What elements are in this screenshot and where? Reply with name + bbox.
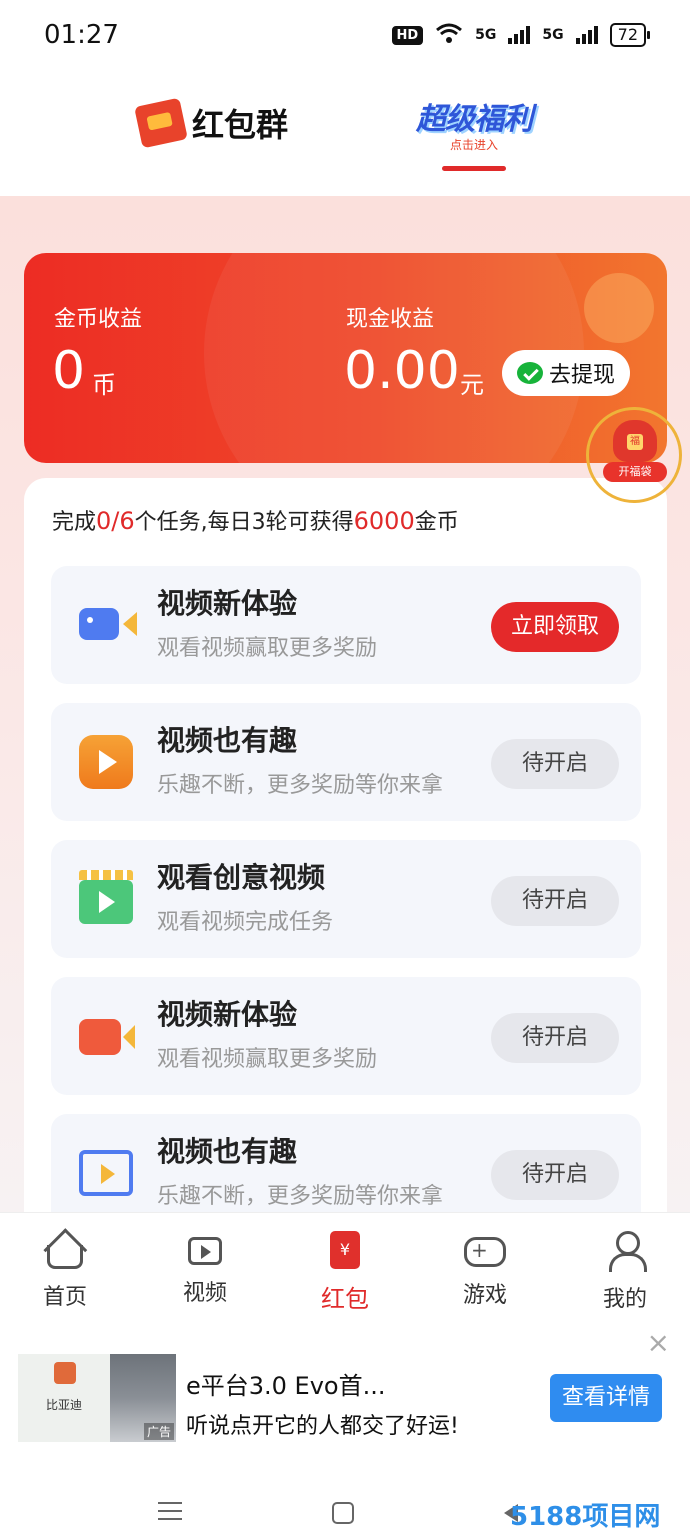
ad-image-car[interactable]: 广告	[110, 1354, 176, 1442]
progress-done: 0/6	[96, 507, 135, 535]
task-progress-text: 完成0/6个任务,每日3轮可获得6000金币	[52, 504, 459, 536]
signal-5g-icon-1: 5G	[475, 27, 497, 43]
lucky-bag-button[interactable]: 开福袋	[586, 407, 682, 503]
progress-coins: 6000	[353, 507, 415, 535]
brand-logo-icon	[54, 1362, 76, 1384]
nav-hongbao-label: 红包	[321, 1285, 369, 1313]
home-icon	[47, 1245, 83, 1269]
nav-me-label: 我的	[602, 1287, 647, 1312]
task-title: 观看创意视频	[157, 861, 326, 894]
status-time: 01:27	[44, 20, 119, 50]
task-item[interactable]: 视频也有趣 乐趣不断，更多奖励等你来拿 待开启	[51, 703, 641, 821]
coin-earnings-value: 0	[52, 341, 86, 401]
coin-earnings-label: 金币收益	[54, 307, 143, 332]
task-desc: 观看视频赢取更多奖励	[157, 1047, 378, 1072]
coin-decoration-icon	[584, 273, 654, 343]
nav-me[interactable]: 我的	[580, 1231, 670, 1313]
task-title: 视频新体验	[157, 587, 298, 620]
status-bar: 01:27 HD 5G 5G 72	[0, 0, 690, 70]
view-details-button[interactable]: 查看详情	[550, 1374, 662, 1422]
task-desc: 观看视频完成任务	[157, 910, 334, 935]
play-icon	[79, 735, 133, 789]
battery-icon: 72	[609, 23, 651, 47]
signal-5g-icon-2: 5G	[542, 27, 564, 43]
task-title: 视频新体验	[157, 998, 298, 1031]
tab-super-welfare-sub: 点击进入	[449, 138, 498, 152]
task-desc: 观看视频赢取更多奖励	[157, 636, 378, 661]
ad-desc: 听说点开它的人都交了好运!	[186, 1414, 459, 1439]
system-nav: 5188项目网	[0, 1466, 690, 1534]
task-panel: 完成0/6个任务,每日3轮可获得6000金币 视频新体验 观看视频赢取更多奖励 …	[24, 478, 667, 1212]
video-icon	[188, 1237, 222, 1265]
active-tab-indicator	[442, 166, 506, 171]
nav-home[interactable]: 首页	[20, 1231, 110, 1311]
pending-button[interactable]: 待开启	[491, 1013, 619, 1063]
hongbao-group-icon	[134, 97, 188, 149]
nav-video-label: 视频	[182, 1281, 227, 1306]
pending-button[interactable]: 待开启	[491, 876, 619, 926]
withdraw-button[interactable]: 去提现	[502, 350, 630, 396]
cash-earnings-unit: 元	[460, 371, 484, 399]
signal-bars-icon-2	[575, 26, 598, 44]
ad-banner[interactable]: × 比亚迪 广告 e平台3.0 Evo首... 听说点开它的人都交了好运! 查看…	[0, 1316, 690, 1466]
withdraw-label: 去提现	[548, 363, 615, 388]
task-item[interactable]: 观看创意视频 观看视频完成任务 待开启	[51, 840, 641, 958]
close-icon[interactable]: ×	[647, 1326, 670, 1359]
status-icons: HD 5G 5G 72	[391, 22, 651, 48]
ad-brand: 比亚迪	[45, 1398, 82, 1412]
watermark: 5188项目网	[510, 1502, 661, 1532]
bottom-nav: 首页 视频 ¥ 红包 游戏 我的	[0, 1212, 690, 1316]
earnings-card: 金币收益 0 币 现金收益 0.00 元 去提现	[24, 253, 667, 463]
tab-hongbao-group[interactable]: 红包群	[134, 97, 289, 149]
signal-bars-icon-1	[508, 26, 531, 44]
task-title: 视频也有趣	[157, 1135, 298, 1168]
progress-middle: 个任务,每日3轮可获得	[134, 510, 354, 535]
cash-earnings-label: 现金收益	[346, 307, 435, 332]
hongbao-icon: ¥	[330, 1231, 360, 1269]
progress-prefix: 完成	[52, 510, 97, 535]
task-desc: 乐趣不断，更多奖励等你来拿	[157, 1184, 444, 1209]
nav-video[interactable]: 视频	[160, 1231, 250, 1307]
wifi-icon	[435, 22, 463, 48]
pending-button[interactable]: 待开启	[491, 739, 619, 789]
clapperboard-icon	[79, 870, 133, 924]
video-camera-icon	[79, 608, 137, 640]
home-square-icon[interactable]	[332, 1502, 354, 1524]
menu-icon[interactable]	[158, 1502, 182, 1520]
claim-now-button[interactable]: 立即领取	[491, 602, 619, 652]
progress-suffix: 金币	[414, 510, 459, 535]
task-title: 视频也有趣	[157, 724, 298, 757]
nav-hongbao[interactable]: ¥ 红包	[300, 1231, 390, 1314]
tab-hongbao-group-label: 红包群	[192, 106, 289, 144]
gamepad-icon	[464, 1237, 506, 1267]
tab-super-welfare-label: 超级福利	[416, 102, 533, 137]
nav-game-label: 游戏	[462, 1283, 507, 1308]
task-item[interactable]: 视频新体验 观看视频赢取更多奖励 立即领取	[51, 566, 641, 684]
pending-button[interactable]: 待开启	[491, 1150, 619, 1200]
film-icon	[79, 1150, 133, 1196]
ad-tag: 广告	[143, 1423, 174, 1440]
task-item[interactable]: 视频新体验 观看视频赢取更多奖励 待开启	[51, 977, 641, 1095]
top-tabs: 红包群 超级福利 点击进入	[0, 70, 690, 196]
tab-super-welfare[interactable]: 超级福利 点击进入	[416, 94, 533, 153]
cash-earnings-value: 0.00	[344, 341, 460, 401]
video-record-icon	[79, 1019, 135, 1055]
lucky-bag-icon	[613, 420, 657, 462]
task-desc: 乐趣不断，更多奖励等你来拿	[157, 773, 444, 798]
wechat-icon	[516, 362, 543, 384]
lucky-bag-label: 开福袋	[603, 462, 667, 482]
user-icon	[607, 1231, 647, 1272]
main-content: 金币收益 0 币 现金收益 0.00 元 去提现 完成0/6个任务,每日3轮可获…	[0, 196, 690, 1212]
task-item[interactable]: 视频也有趣 乐趣不断，更多奖励等你来拿 待开启	[51, 1114, 641, 1212]
nav-home-label: 首页	[42, 1285, 87, 1310]
coin-earnings-unit: 币	[92, 371, 116, 399]
ad-image-brand[interactable]: 比亚迪	[18, 1354, 110, 1442]
hd-icon: HD	[391, 25, 424, 45]
nav-game[interactable]: 游戏	[440, 1231, 530, 1309]
ad-title: e平台3.0 Evo首...	[186, 1372, 386, 1400]
